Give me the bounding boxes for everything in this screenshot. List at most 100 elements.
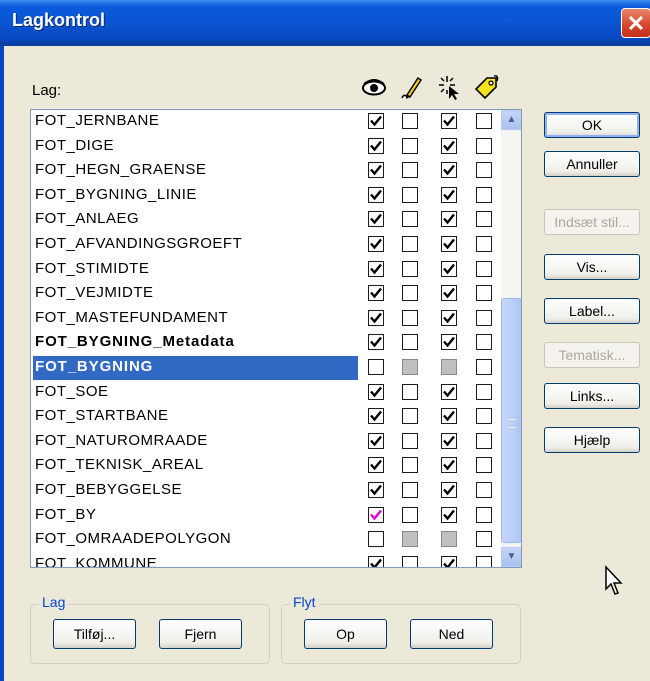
layer-row[interactable]: FOT_DIGE xyxy=(31,135,501,160)
selectable-checkbox[interactable] xyxy=(441,162,457,179)
editable-checkbox[interactable] xyxy=(402,506,418,523)
editable-checkbox[interactable] xyxy=(402,482,418,498)
layer-row[interactable]: FOT_AFVANDINGSGROEFT xyxy=(31,233,501,258)
selectable-checkbox[interactable] xyxy=(441,285,457,302)
editable-checkbox[interactable] xyxy=(402,432,418,449)
show-button[interactable]: Vis... xyxy=(544,254,640,280)
labeled-checkbox[interactable] xyxy=(476,482,492,498)
editable-checkbox[interactable] xyxy=(402,531,418,548)
editable-checkbox[interactable] xyxy=(402,211,418,228)
layer-row[interactable]: FOT_JERNBANE xyxy=(31,110,501,135)
editable-checkbox[interactable] xyxy=(402,457,418,474)
editable-checkbox[interactable] xyxy=(402,285,418,302)
editable-checkbox[interactable] xyxy=(402,162,418,179)
selectable-checkbox[interactable] xyxy=(441,482,457,498)
editable-checkbox[interactable] xyxy=(402,334,418,351)
layer-row[interactable]: FOT_BYGNING_Metadata xyxy=(31,331,501,356)
layer-row[interactable]: FOT_SOE xyxy=(31,381,501,406)
labeled-checkbox[interactable] xyxy=(476,260,492,277)
labeled-checkbox[interactable] xyxy=(476,506,492,523)
selectable-checkbox[interactable] xyxy=(441,236,457,252)
links-button[interactable]: Links... xyxy=(544,383,640,409)
editable-checkbox[interactable] xyxy=(402,408,418,425)
visible-checkbox[interactable] xyxy=(368,383,384,400)
selectable-checkbox[interactable] xyxy=(441,531,457,548)
visible-checkbox[interactable] xyxy=(368,309,384,326)
ok-button[interactable]: OK xyxy=(544,112,640,138)
layer-row[interactable]: FOT_OMRAADEPOLYGON xyxy=(31,528,501,553)
help-button[interactable]: Hjælp xyxy=(544,427,640,453)
editable-checkbox[interactable] xyxy=(402,309,418,326)
selectable-checkbox[interactable] xyxy=(441,309,457,326)
visible-checkbox[interactable] xyxy=(368,113,384,129)
layer-row[interactable]: FOT_BEBYGGELSE xyxy=(31,479,501,504)
editable-checkbox[interactable] xyxy=(402,260,418,277)
layer-row[interactable]: FOT_BY xyxy=(31,504,501,529)
insert-style-button[interactable]: Indsæt stil... xyxy=(544,209,640,235)
selectable-checkbox[interactable] xyxy=(441,137,457,154)
labeled-checkbox[interactable] xyxy=(476,383,492,400)
labeled-checkbox[interactable] xyxy=(476,113,492,129)
layer-row[interactable]: FOT_MASTEFUNDAMENT xyxy=(31,307,501,332)
layer-row[interactable]: FOT_ANLAEG xyxy=(31,208,501,233)
visible-checkbox[interactable] xyxy=(368,186,384,203)
selectable-checkbox[interactable] xyxy=(441,383,457,400)
selectable-checkbox[interactable] xyxy=(441,186,457,203)
editable-checkbox[interactable] xyxy=(402,236,418,252)
close-button[interactable]: ✕ xyxy=(621,8,650,38)
visible-checkbox[interactable] xyxy=(368,432,384,449)
scroll-up-button[interactable]: ▲ xyxy=(501,110,521,130)
labeled-checkbox[interactable] xyxy=(476,236,492,252)
selectable-checkbox[interactable] xyxy=(441,359,457,375)
visible-checkbox[interactable] xyxy=(368,457,384,474)
thematic-button[interactable]: Tematisk... xyxy=(544,342,640,368)
layer-row[interactable]: FOT_VEJMIDTE xyxy=(31,282,501,307)
editable-checkbox[interactable] xyxy=(402,137,418,154)
add-layer-button[interactable]: Tilføj... xyxy=(53,619,136,649)
selectable-checkbox[interactable] xyxy=(441,408,457,425)
move-up-button[interactable]: Op xyxy=(304,619,387,649)
scroll-thumb[interactable] xyxy=(501,298,521,543)
editable-checkbox[interactable] xyxy=(402,383,418,400)
label-button[interactable]: Label... xyxy=(544,298,640,324)
visible-checkbox[interactable] xyxy=(368,334,384,351)
labeled-checkbox[interactable] xyxy=(476,285,492,302)
layer-row[interactable]: FOT_KOMMUNE xyxy=(31,553,501,567)
visible-checkbox[interactable] xyxy=(368,162,384,179)
visible-checkbox[interactable] xyxy=(368,236,384,252)
editable-checkbox[interactable] xyxy=(402,113,418,129)
selectable-checkbox[interactable] xyxy=(441,334,457,351)
visible-checkbox[interactable] xyxy=(368,408,384,425)
layer-list-scrollbar[interactable]: ▲ ▼ xyxy=(501,110,521,567)
editable-checkbox[interactable] xyxy=(402,359,418,375)
move-down-button[interactable]: Ned xyxy=(410,619,493,649)
visible-checkbox[interactable] xyxy=(368,482,384,498)
selectable-checkbox[interactable] xyxy=(441,432,457,449)
labeled-checkbox[interactable] xyxy=(476,408,492,425)
remove-layer-button[interactable]: Fjern xyxy=(159,619,242,649)
layer-row[interactable]: FOT_BYGNING_LINIE xyxy=(31,184,501,209)
visible-checkbox[interactable] xyxy=(368,137,384,154)
visible-checkbox[interactable] xyxy=(368,506,384,523)
selectable-checkbox[interactable] xyxy=(441,457,457,474)
layer-list[interactable]: FOT_JERNBANE FOT_DIGE FOT_HEGN_GRAENSE FOT_… xyxy=(30,109,522,568)
layer-row[interactable]: FOT_NATUROMRAADE xyxy=(31,430,501,455)
labeled-checkbox[interactable] xyxy=(476,334,492,351)
layer-row[interactable]: FOT_BYGNING xyxy=(31,356,501,381)
layer-row[interactable]: FOT_STIMIDTE xyxy=(31,258,501,283)
labeled-checkbox[interactable] xyxy=(476,531,492,548)
selectable-checkbox[interactable] xyxy=(441,211,457,228)
labeled-checkbox[interactable] xyxy=(476,186,492,203)
selectable-checkbox[interactable] xyxy=(441,506,457,523)
scroll-down-button[interactable]: ▼ xyxy=(501,547,521,567)
layer-row[interactable]: FOT_TEKNISK_AREAL xyxy=(31,454,501,479)
visible-checkbox[interactable] xyxy=(368,211,384,228)
visible-checkbox[interactable] xyxy=(368,531,384,548)
labeled-checkbox[interactable] xyxy=(476,432,492,449)
labeled-checkbox[interactable] xyxy=(476,457,492,474)
labeled-checkbox[interactable] xyxy=(476,137,492,154)
visible-checkbox[interactable] xyxy=(368,285,384,302)
visible-checkbox[interactable] xyxy=(368,260,384,277)
selectable-checkbox[interactable] xyxy=(441,555,457,567)
labeled-checkbox[interactable] xyxy=(476,162,492,179)
